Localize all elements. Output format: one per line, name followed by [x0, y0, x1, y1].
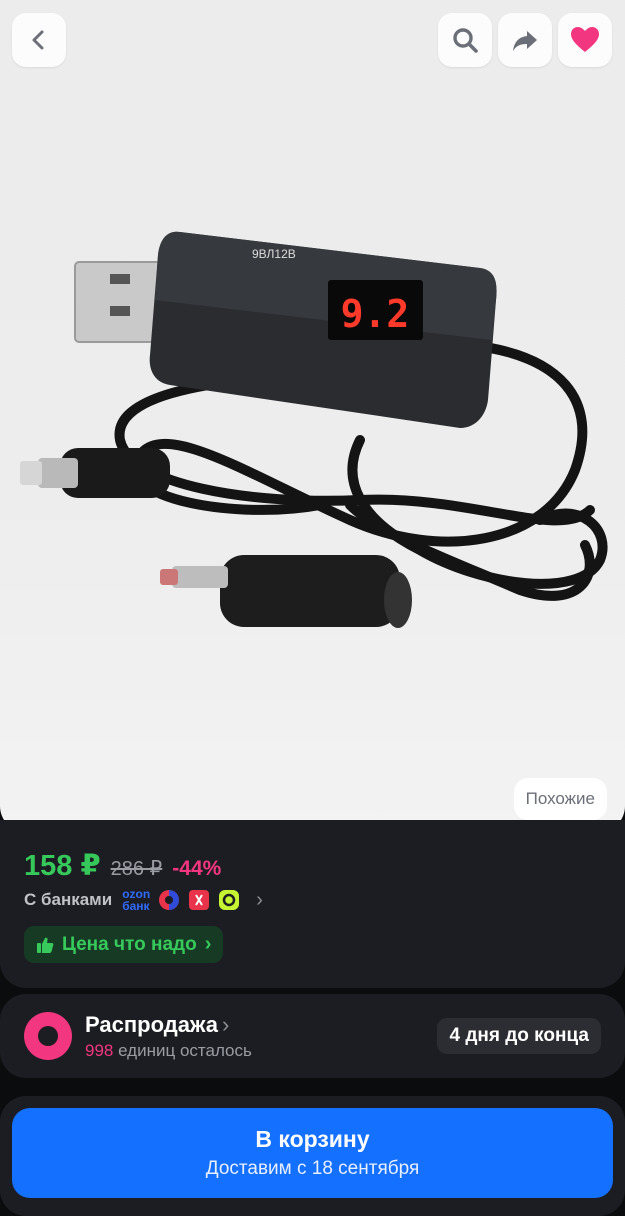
product-gallery[interactable]: 9.2 9ВЛ12В Похожие: [0, 0, 625, 832]
bank-icon-red-square: [188, 889, 210, 911]
stock-suffix: единиц осталось: [113, 1041, 252, 1060]
thumbs-up-icon: [37, 937, 54, 953]
device-label: 9ВЛ12В: [252, 247, 296, 261]
banks-label: С банками: [24, 890, 113, 909]
cart-button-label: В корзину: [255, 1126, 370, 1152]
back-button[interactable]: [12, 13, 66, 67]
sale-title[interactable]: Распродажа ›: [85, 1012, 229, 1038]
favorite-button[interactable]: [558, 13, 612, 67]
sale-title-text: Распродажа: [85, 1012, 219, 1037]
sale-ring-icon: [24, 1012, 72, 1060]
price-row: 158 ₽ 286 ₽ -44%: [24, 848, 221, 883]
share-button[interactable]: [498, 13, 552, 67]
bank-offers[interactable]: С банками ozon банк ›: [24, 885, 263, 915]
search-icon: [453, 28, 478, 53]
heart-icon: [571, 27, 599, 52]
share-arrow-icon: [513, 31, 537, 51]
current-price: 158 ₽: [24, 850, 101, 882]
good-price-label: Цена что надо: [62, 933, 197, 955]
ozon-logo-line2: банк: [122, 899, 150, 913]
chevron-left-icon: [32, 30, 44, 50]
bank-icon-red-blue: [158, 889, 180, 911]
similar-button[interactable]: Похожие: [513, 778, 607, 820]
discount-badge: -44%: [172, 857, 222, 880]
search-button[interactable]: [438, 13, 492, 67]
display-reading: 9.2: [341, 292, 410, 336]
product-image: 9.2 9ВЛ12В: [20, 231, 608, 628]
ozon-bank-logo: ozon банк: [122, 888, 150, 912]
sale-stock: 998 единиц осталось: [85, 1041, 252, 1061]
delivery-date: Доставим с 18 сентября: [205, 1158, 420, 1179]
bank-icon-green: [218, 889, 240, 911]
days-left-badge: 4 дня до конца: [437, 1018, 601, 1054]
chevron-right-icon: ›: [256, 888, 263, 911]
add-to-cart-button[interactable]: В корзину Доставим с 18 сентября: [12, 1108, 613, 1198]
stock-count: 998: [85, 1041, 114, 1060]
old-price: 286 ₽: [110, 858, 163, 880]
chevron-right-icon: ›: [222, 1012, 230, 1037]
good-price-badge[interactable]: Цена что надо ›: [24, 926, 224, 963]
chevron-right-icon: ›: [204, 933, 212, 955]
